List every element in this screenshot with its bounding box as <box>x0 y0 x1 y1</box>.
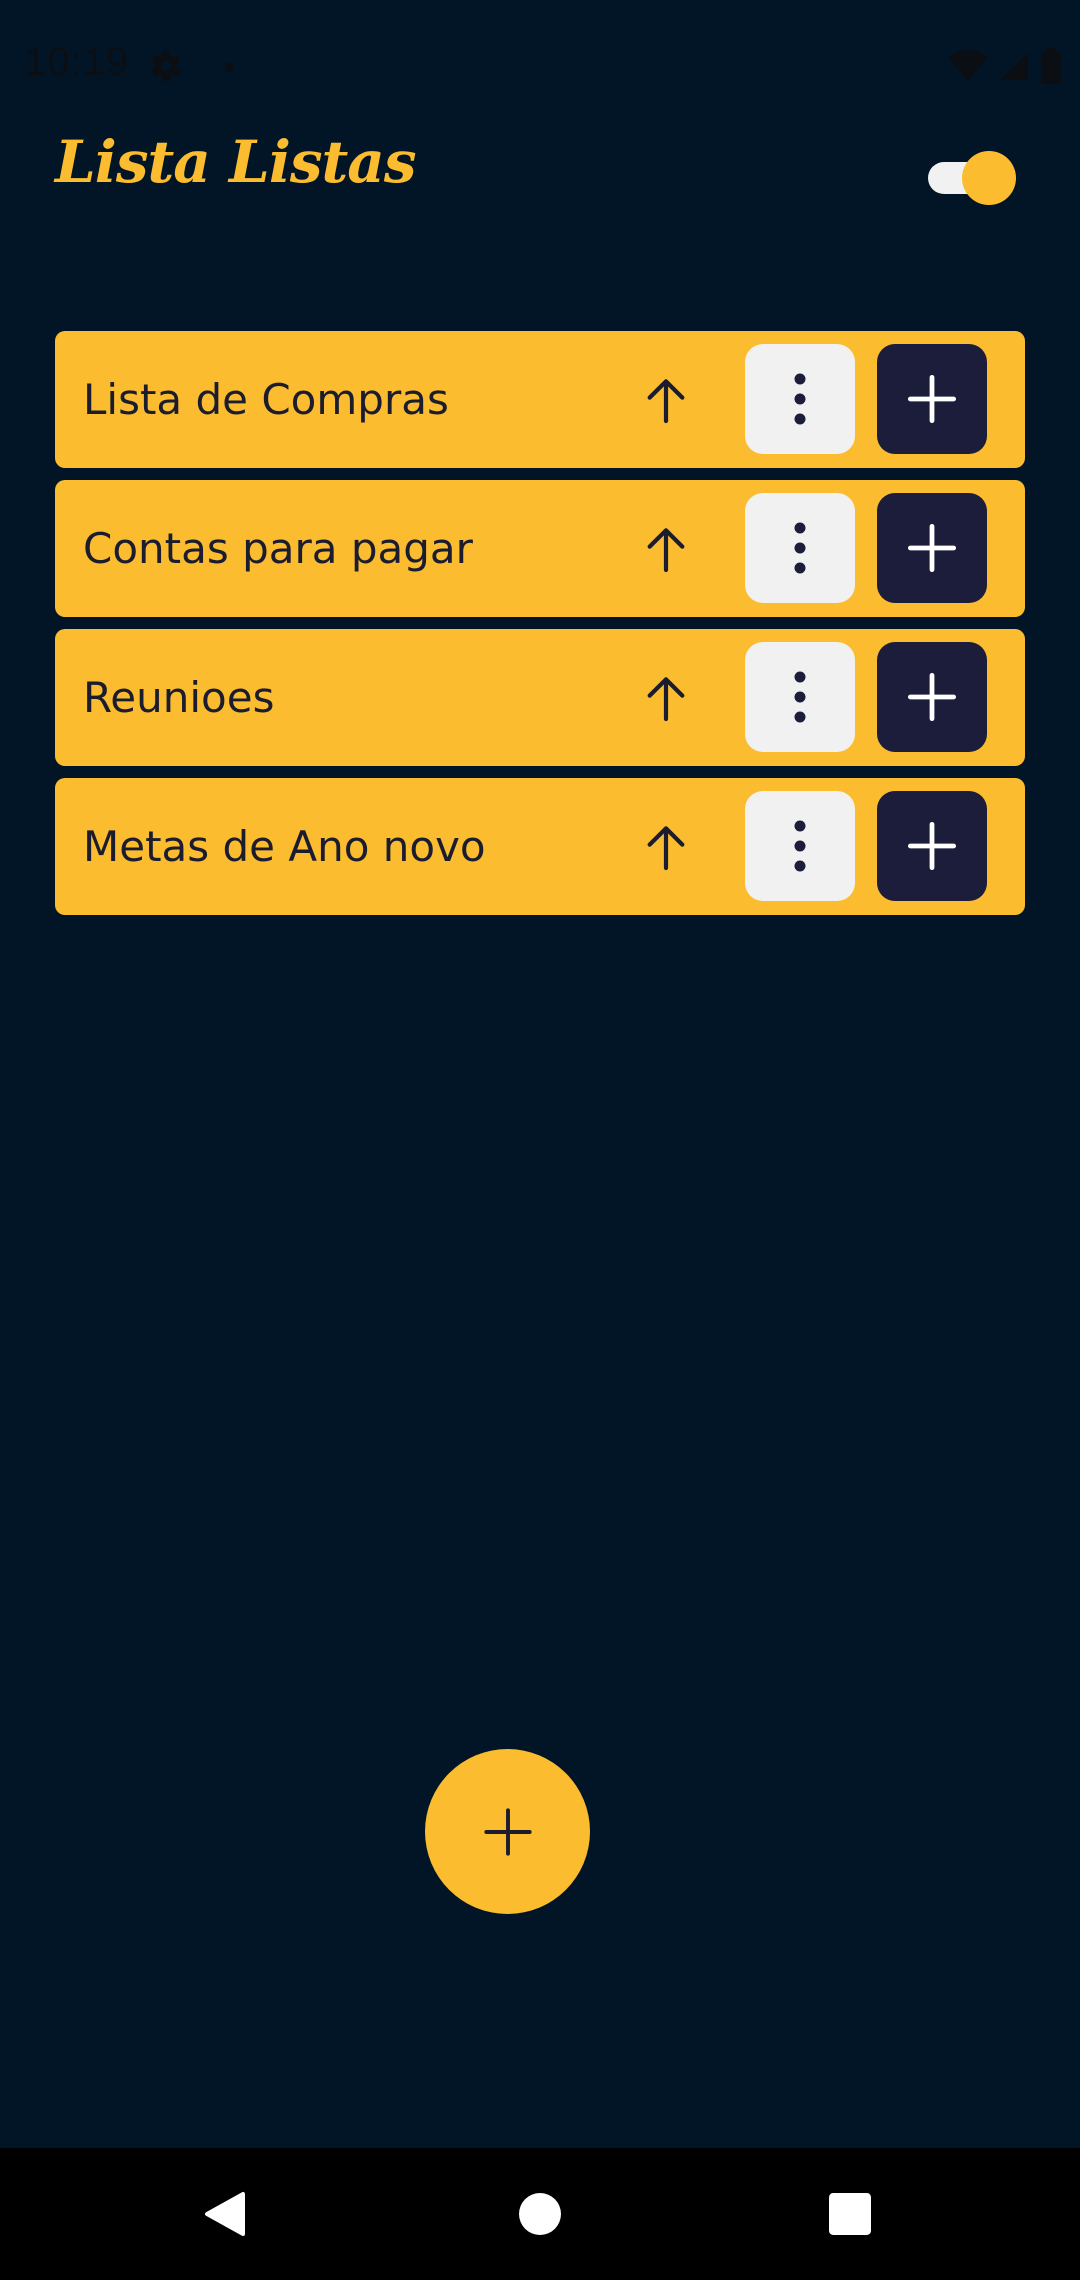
list-card[interactable]: Contas para pagar <box>55 480 1025 617</box>
add-item-button[interactable] <box>877 493 987 603</box>
theme-toggle[interactable] <box>928 148 1016 208</box>
toggle-thumb <box>962 151 1016 205</box>
move-up-button[interactable] <box>630 811 702 883</box>
back-triangle-icon <box>205 2192 245 2236</box>
settings-gear-icon <box>148 48 184 88</box>
more-vert-icon <box>794 671 806 723</box>
status-icons <box>948 48 1062 84</box>
system-nav-bar <box>0 2148 1080 2280</box>
arrow-up-icon <box>647 379 685 424</box>
signal-icon <box>999 51 1029 81</box>
plus-icon <box>907 523 957 573</box>
plus-icon <box>483 1807 532 1856</box>
list-card-label: Reunioes <box>83 673 275 722</box>
lists-container: Lista de Compras Contas para pagar Reuni… <box>55 331 1025 927</box>
more-options-button[interactable] <box>745 493 855 603</box>
arrow-up-icon <box>647 826 685 871</box>
back-button[interactable] <box>165 2148 285 2280</box>
add-item-button[interactable] <box>877 791 987 901</box>
list-card[interactable]: Lista de Compras <box>55 331 1025 468</box>
plus-icon <box>907 821 957 871</box>
list-card-label: Lista de Compras <box>83 375 449 424</box>
arrow-up-icon <box>647 677 685 722</box>
list-card-label: Metas de Ano novo <box>83 822 486 871</box>
move-up-button[interactable] <box>630 513 702 585</box>
more-vert-icon <box>794 373 806 425</box>
add-item-button[interactable] <box>877 642 987 752</box>
recents-button[interactable] <box>790 2148 910 2280</box>
more-vert-icon <box>794 522 806 574</box>
list-card[interactable]: Reunioes <box>55 629 1025 766</box>
arrow-up-icon <box>647 528 685 573</box>
plus-icon <box>907 374 957 424</box>
app-title: Lista Listas <box>55 128 417 196</box>
home-button[interactable] <box>480 2148 600 2280</box>
add-item-button[interactable] <box>877 344 987 454</box>
more-options-button[interactable] <box>745 791 855 901</box>
move-up-button[interactable] <box>630 364 702 436</box>
plus-icon <box>907 672 957 722</box>
status-bar: 10:19 <box>0 0 1080 135</box>
list-card[interactable]: Metas de Ano novo <box>55 778 1025 915</box>
list-card-label: Contas para pagar <box>83 524 473 573</box>
recents-square-icon <box>829 2193 871 2235</box>
battery-icon <box>1041 48 1061 84</box>
status-time: 10:19 <box>24 40 130 84</box>
home-circle-icon <box>519 2193 561 2235</box>
move-up-button[interactable] <box>630 662 702 734</box>
more-vert-icon <box>794 820 806 872</box>
more-options-button[interactable] <box>745 344 855 454</box>
add-list-fab[interactable] <box>425 1749 590 1914</box>
more-options-button[interactable] <box>745 642 855 752</box>
wifi-icon <box>948 50 988 81</box>
notification-dot-icon <box>224 62 234 72</box>
